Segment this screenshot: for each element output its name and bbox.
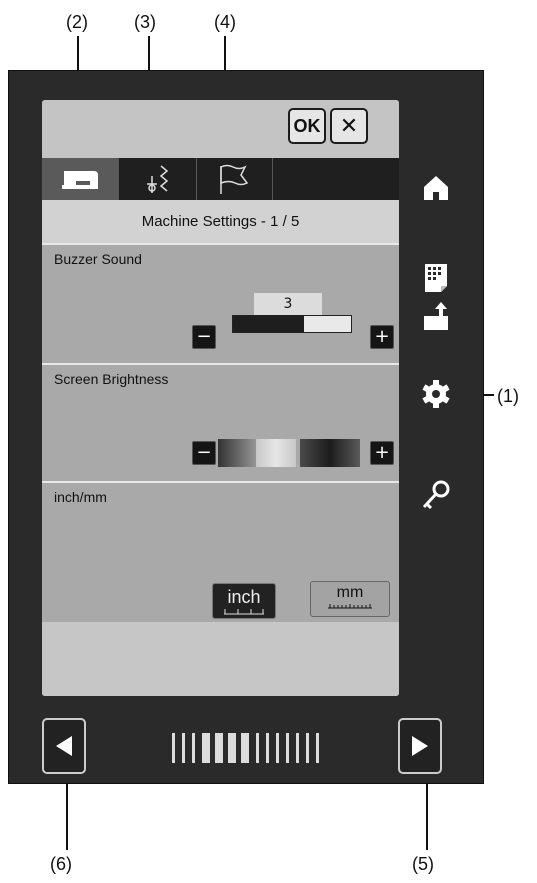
callout-1: (1) [497,386,519,406]
prev-page-button[interactable] [42,718,86,774]
settings-screen: OK ✕ Machine Settings - 1 / 5 Buzzer Sou… [42,100,399,696]
brightness-swatch-mid [300,439,360,467]
mm-ruler-icon [328,604,372,609]
settings-button[interactable] [414,372,458,416]
buzzer-plus-button[interactable]: + [370,325,394,349]
close-button[interactable]: ✕ [330,108,368,144]
sewing-machine-icon [62,171,98,189]
buzzer-level-bar [232,315,352,333]
page-indicator-bars [172,733,319,763]
callout-4: (4) [214,12,236,32]
stitch-icon [147,165,169,193]
settings-tabs [42,158,399,200]
buzzer-value: 3 [254,293,322,315]
upload-button[interactable] [414,294,458,338]
inch-button[interactable]: inch [212,583,276,619]
next-page-button[interactable] [398,718,442,774]
tab-language-settings[interactable] [196,158,272,200]
buzzer-sound-label: Buzzer Sound [54,251,142,267]
mm-button[interactable]: mm [310,581,390,617]
brightness-swatch-dark [218,439,258,467]
buzzer-level-fill [233,316,304,332]
callout-6: (6) [50,854,72,874]
home-button[interactable] [414,166,458,210]
callout-3: (3) [134,12,156,32]
brightness-plus-button[interactable]: + [370,441,394,465]
screen-brightness-section: Screen Brightness − + [42,363,399,483]
ok-button[interactable]: OK [288,108,326,144]
home-icon [424,176,448,200]
flag-icon [220,164,249,194]
units-label: inch/mm [54,489,107,505]
screen-footer [42,622,399,696]
buzzer-minus-button[interactable]: − [192,325,216,349]
brightness-minus-button[interactable]: − [192,441,216,465]
inch-ruler-icon [224,609,264,615]
units-section: inch/mm inch mm [42,481,399,624]
tab-empty [272,158,399,200]
screen-brightness-label: Screen Brightness [54,371,169,387]
callout-5: (5) [412,854,434,874]
key-icon [422,480,450,510]
inch-button-label: inch [227,587,261,607]
page-indicator [172,733,322,763]
left-arrow-icon [56,736,72,756]
screen-topbar: OK ✕ [42,100,399,158]
right-arrow-icon [412,736,428,756]
callout-2: (2) [66,12,88,32]
tab-stitch-settings[interactable] [118,158,196,200]
mm-button-label: mm [336,584,364,601]
brightness-swatch-light [256,439,296,467]
export-icon [424,302,448,330]
tab-machine-settings[interactable] [42,158,118,200]
gear-icon [422,380,450,408]
buzzer-sound-section: Buzzer Sound 3 − + [42,243,399,365]
key-button[interactable] [414,474,458,518]
page-title: Machine Settings - 1 / 5 [42,200,399,243]
